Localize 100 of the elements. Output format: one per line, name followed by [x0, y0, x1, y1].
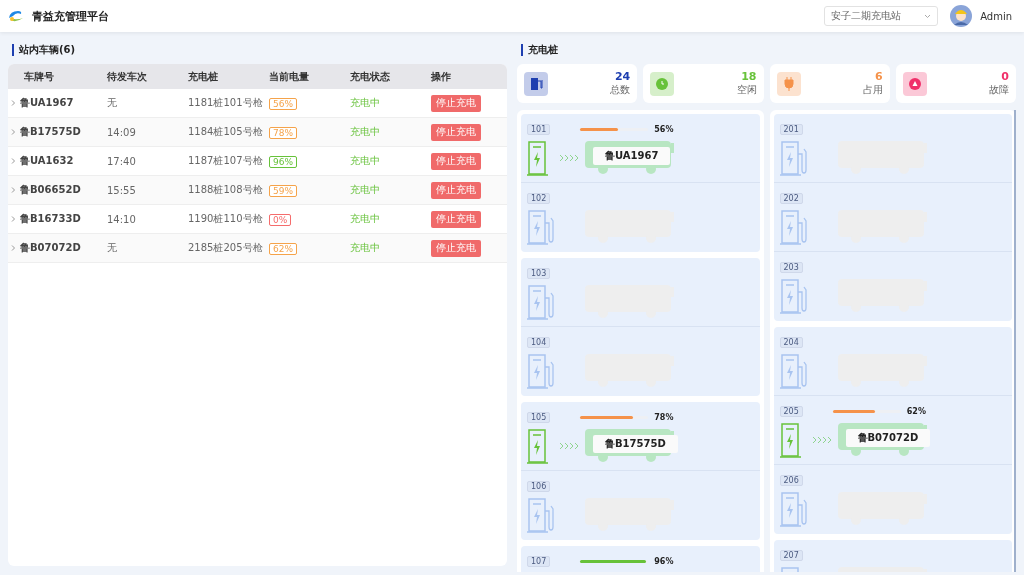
charge-tag: 0%: [269, 213, 292, 226]
charge-bar: [580, 127, 649, 131]
pile-cell-text: 1188桩108号枪: [188, 183, 264, 197]
column-header: 充电状态: [350, 69, 391, 84]
user-name[interactable]: Admin: [980, 10, 1012, 22]
charger-icon: [779, 209, 808, 245]
caret-icon[interactable]: [924, 13, 932, 19]
port-number: 207: [779, 549, 803, 561]
chevrons-icon: [811, 436, 834, 444]
expand-icon[interactable]: [11, 100, 16, 106]
expand-icon[interactable]: [11, 245, 16, 251]
stat-label: 总数: [610, 83, 631, 97]
total-icon: [524, 71, 548, 96]
plate-cell: 鲁UA1967: [20, 96, 74, 110]
column-header: 当前电量: [269, 69, 310, 84]
stop-charging-button[interactable]: 停止充电: [431, 123, 481, 141]
app-title: 青益充管理平台: [32, 8, 109, 24]
stop-charging-button[interactable]: 停止充电: [431, 94, 481, 112]
logo-icon: [8, 9, 24, 23]
column-header: 车牌号: [23, 69, 55, 84]
status-cell-text: 充电中: [350, 183, 381, 197]
stat-value: 24: [614, 70, 631, 83]
charger-icon: [527, 497, 555, 533]
chevrons-icon: [559, 442, 581, 450]
trip-cell-text: 无: [107, 241, 118, 255]
charger-icon: [527, 209, 555, 245]
charge-reading: 62%: [906, 406, 926, 416]
charge-tag: 56%: [269, 97, 297, 110]
charge-reading: 78%: [654, 412, 674, 422]
status-cell-text: 充电中: [350, 241, 381, 255]
pile-cell-text: 1190桩110号枪: [188, 212, 264, 226]
port-number: 104: [527, 336, 551, 348]
trip-cell-text: 无: [107, 96, 118, 110]
expand-icon[interactable]: [11, 216, 16, 222]
stat-value: 6: [875, 70, 883, 83]
plate-label: 鲁B07072D: [845, 429, 931, 447]
stop-charging-button[interactable]: 停止充电: [431, 239, 481, 257]
charge-bar: [580, 415, 649, 419]
section-title: 站内车辆(6): [12, 44, 76, 56]
fault-icon: [902, 71, 927, 96]
status-cell-text: 充电中: [350, 125, 381, 139]
charger-icon: [779, 140, 808, 176]
charge-tag: 62%: [269, 242, 297, 255]
charger-icon: [527, 284, 555, 320]
stat-value: 18: [741, 70, 757, 83]
status-cell-text: 充电中: [350, 96, 381, 110]
plate-cell: 鲁B07072D: [20, 241, 81, 255]
section-title: 充电桩: [521, 44, 558, 56]
stop-charging-button[interactable]: 停止充电: [431, 181, 481, 199]
charge-reading: 96%: [654, 556, 674, 566]
plate-cell: 鲁B06652D: [20, 183, 81, 197]
plate-label: 鲁UA1967: [593, 147, 671, 165]
expand-icon[interactable]: [11, 187, 16, 193]
stop-charging-button[interactable]: 停止充电: [431, 210, 481, 228]
chevrons-icon: [559, 154, 581, 162]
port-number: 106: [527, 480, 551, 492]
column-header: 操作: [431, 69, 452, 84]
port-number: 205: [779, 405, 803, 417]
column-header: 待发车次: [107, 69, 148, 84]
port-number: 203: [779, 261, 803, 273]
stat-label: 占用: [862, 83, 883, 97]
charge-reading: 56%: [654, 124, 674, 134]
status-cell-text: 充电中: [350, 154, 381, 168]
stat-label: 空闲: [736, 83, 757, 97]
charge-bar: [832, 409, 901, 413]
charger-icon: [779, 278, 808, 314]
pile-cell-text: 1181桩101号枪: [188, 96, 264, 110]
plate-cell: 鲁UA1632: [20, 154, 74, 168]
plate-cell: 鲁B17575D: [20, 125, 81, 139]
port-number: 201: [779, 123, 803, 135]
busy-icon: [776, 71, 801, 96]
trip-cell-text: 15:55: [107, 184, 137, 196]
charger-icon: [527, 353, 555, 389]
pile-cell-text: 1187桩107号枪: [188, 154, 264, 168]
port-number: 206: [779, 474, 803, 486]
port-number: 102: [527, 192, 551, 204]
expand-icon[interactable]: [11, 129, 16, 135]
pile-cell-text: 1184桩105号枪: [188, 125, 264, 139]
port-number: 103: [527, 267, 551, 279]
column-header: 充电桩: [188, 69, 219, 84]
plate-label: 鲁B17575D: [593, 435, 678, 453]
stat-value: 0: [1001, 70, 1009, 83]
status-cell-text: 充电中: [350, 212, 381, 226]
charge-tag: 59%: [269, 184, 297, 197]
charge-tag: 78%: [269, 126, 297, 139]
stat-label: 故障: [989, 83, 1009, 97]
charge-tag: 96%: [269, 155, 297, 168]
expand-icon[interactable]: [11, 158, 16, 164]
port-number: 204: [779, 336, 803, 348]
port-number: 101: [527, 123, 551, 135]
trip-cell-text: 17:40: [107, 155, 137, 167]
station-select[interactable]: 安子二期充电站: [824, 6, 939, 26]
scrollbar[interactable]: [1014, 110, 1016, 572]
port-number: 105: [527, 411, 551, 423]
pile-cell-text: 2185桩205号枪: [188, 241, 264, 255]
avatar-icon[interactable]: [950, 5, 973, 27]
plate-cell: 鲁B16733D: [20, 212, 81, 226]
charge-bar: [580, 559, 649, 563]
stop-charging-button[interactable]: 停止充电: [431, 152, 481, 170]
trip-cell-text: 14:09: [107, 126, 137, 138]
